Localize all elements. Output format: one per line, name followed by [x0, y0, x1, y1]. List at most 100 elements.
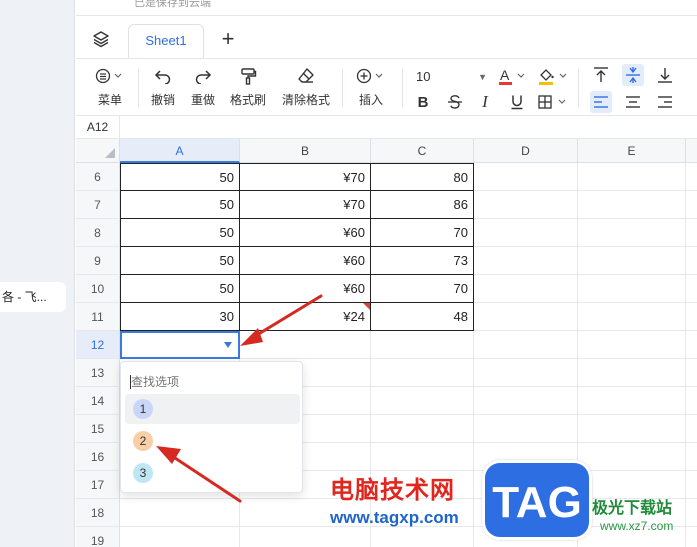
- table-cell[interactable]: [474, 303, 578, 331]
- table-cell[interactable]: [578, 303, 686, 331]
- row-header[interactable]: 17: [76, 471, 120, 499]
- table-cell[interactable]: [474, 359, 578, 387]
- borders-button[interactable]: [536, 91, 572, 113]
- fill-color-button[interactable]: [536, 66, 572, 88]
- table-cell[interactable]: 30: [120, 303, 240, 331]
- row-header[interactable]: 11: [76, 303, 120, 331]
- table-cell[interactable]: [120, 499, 240, 527]
- row-header[interactable]: 19: [76, 527, 120, 547]
- table-cell[interactable]: [578, 191, 686, 219]
- row-header[interactable]: 15: [76, 415, 120, 443]
- table-cell[interactable]: [371, 471, 474, 499]
- active-cell[interactable]: [120, 331, 240, 359]
- table-cell[interactable]: [686, 387, 697, 415]
- table-cell[interactable]: [578, 527, 686, 547]
- table-cell[interactable]: [474, 387, 578, 415]
- table-cell[interactable]: [578, 499, 686, 527]
- option-search-input[interactable]: [129, 372, 294, 392]
- table-cell[interactable]: [686, 471, 697, 499]
- table-cell[interactable]: [240, 527, 371, 547]
- table-cell[interactable]: [578, 247, 686, 275]
- table-cell[interactable]: [474, 331, 578, 359]
- table-cell[interactable]: [578, 163, 686, 191]
- table-cell[interactable]: [474, 527, 578, 547]
- table-cell[interactable]: 86: [371, 191, 474, 219]
- table-cell[interactable]: [578, 471, 686, 499]
- table-cell[interactable]: [474, 163, 578, 191]
- table-cell[interactable]: [474, 499, 578, 527]
- table-cell[interactable]: [578, 331, 686, 359]
- doc-list-item[interactable]: 各 - 飞...: [0, 282, 66, 312]
- italic-button[interactable]: I: [474, 91, 496, 113]
- table-cell[interactable]: 70: [371, 219, 474, 247]
- table-cell[interactable]: [686, 191, 697, 219]
- row-header[interactable]: 7: [76, 191, 120, 219]
- table-cell[interactable]: [371, 527, 474, 547]
- table-cell[interactable]: [371, 499, 474, 527]
- table-cell[interactable]: 50: [120, 191, 240, 219]
- align-center-button[interactable]: [622, 91, 644, 113]
- row-header[interactable]: 6: [76, 163, 120, 191]
- spreadsheet-grid[interactable]: A B C D E 6 50 ¥70 80 7 50 ¥70 86 8 50 ¥60 70 9 50 ¥60…: [76, 139, 697, 547]
- font-color-button[interactable]: A: [496, 66, 530, 88]
- table-cell[interactable]: [686, 219, 697, 247]
- table-cell[interactable]: [686, 527, 697, 547]
- table-cell[interactable]: [686, 443, 697, 471]
- table-cell[interactable]: [240, 331, 371, 359]
- menu-button[interactable]: 菜单: [88, 65, 132, 108]
- column-header[interactable]: A: [120, 139, 240, 163]
- table-cell[interactable]: ¥60: [240, 247, 371, 275]
- table-cell[interactable]: [371, 415, 474, 443]
- table-cell[interactable]: [686, 275, 697, 303]
- align-top-button[interactable]: [590, 64, 612, 86]
- table-cell[interactable]: [686, 247, 697, 275]
- undo-button[interactable]: 撤销: [144, 65, 182, 108]
- table-cell[interactable]: [578, 415, 686, 443]
- table-cell[interactable]: 50: [120, 247, 240, 275]
- column-header[interactable]: C: [371, 139, 474, 163]
- table-cell[interactable]: [578, 443, 686, 471]
- row-header[interactable]: 13: [76, 359, 120, 387]
- table-cell[interactable]: [686, 499, 697, 527]
- row-header[interactable]: 16: [76, 443, 120, 471]
- table-cell[interactable]: [371, 331, 474, 359]
- tab-sheet1[interactable]: Sheet1: [128, 24, 204, 58]
- table-cell[interactable]: [578, 359, 686, 387]
- table-cell[interactable]: 50: [120, 219, 240, 247]
- column-header[interactable]: D: [474, 139, 578, 163]
- align-bottom-button[interactable]: [654, 64, 676, 86]
- redo-button[interactable]: 重做: [184, 65, 222, 108]
- table-cell[interactable]: 48: [371, 303, 474, 331]
- select-all-corner[interactable]: [76, 139, 120, 163]
- table-cell[interactable]: [686, 415, 697, 443]
- row-header[interactable]: 14: [76, 387, 120, 415]
- add-sheet-button[interactable]: +: [216, 28, 240, 52]
- table-cell[interactable]: [240, 499, 371, 527]
- table-cell[interactable]: [578, 219, 686, 247]
- table-cell[interactable]: 80: [371, 163, 474, 191]
- table-cell[interactable]: [578, 387, 686, 415]
- table-cell[interactable]: [474, 415, 578, 443]
- column-header[interactable]: B: [240, 139, 371, 163]
- dropdown-option[interactable]: 1: [125, 394, 300, 424]
- layers-icon[interactable]: [92, 30, 110, 48]
- table-cell[interactable]: [686, 359, 697, 387]
- table-cell[interactable]: [474, 275, 578, 303]
- bold-button[interactable]: B: [412, 91, 434, 113]
- row-header[interactable]: 8: [76, 219, 120, 247]
- dropdown-arrow-icon[interactable]: [224, 342, 232, 348]
- row-header[interactable]: 18: [76, 499, 120, 527]
- row-header[interactable]: 10: [76, 275, 120, 303]
- comment-indicator-icon[interactable]: [363, 303, 370, 310]
- table-cell[interactable]: ¥24: [240, 303, 371, 331]
- table-cell[interactable]: 73: [371, 247, 474, 275]
- table-cell[interactable]: [686, 163, 697, 191]
- table-cell[interactable]: [371, 387, 474, 415]
- underline-button[interactable]: [506, 91, 528, 113]
- table-cell[interactable]: 70: [371, 275, 474, 303]
- align-middle-button[interactable]: [622, 64, 644, 86]
- row-header[interactable]: 9: [76, 247, 120, 275]
- table-cell[interactable]: [371, 443, 474, 471]
- table-cell[interactable]: ¥70: [240, 163, 371, 191]
- table-cell[interactable]: [474, 247, 578, 275]
